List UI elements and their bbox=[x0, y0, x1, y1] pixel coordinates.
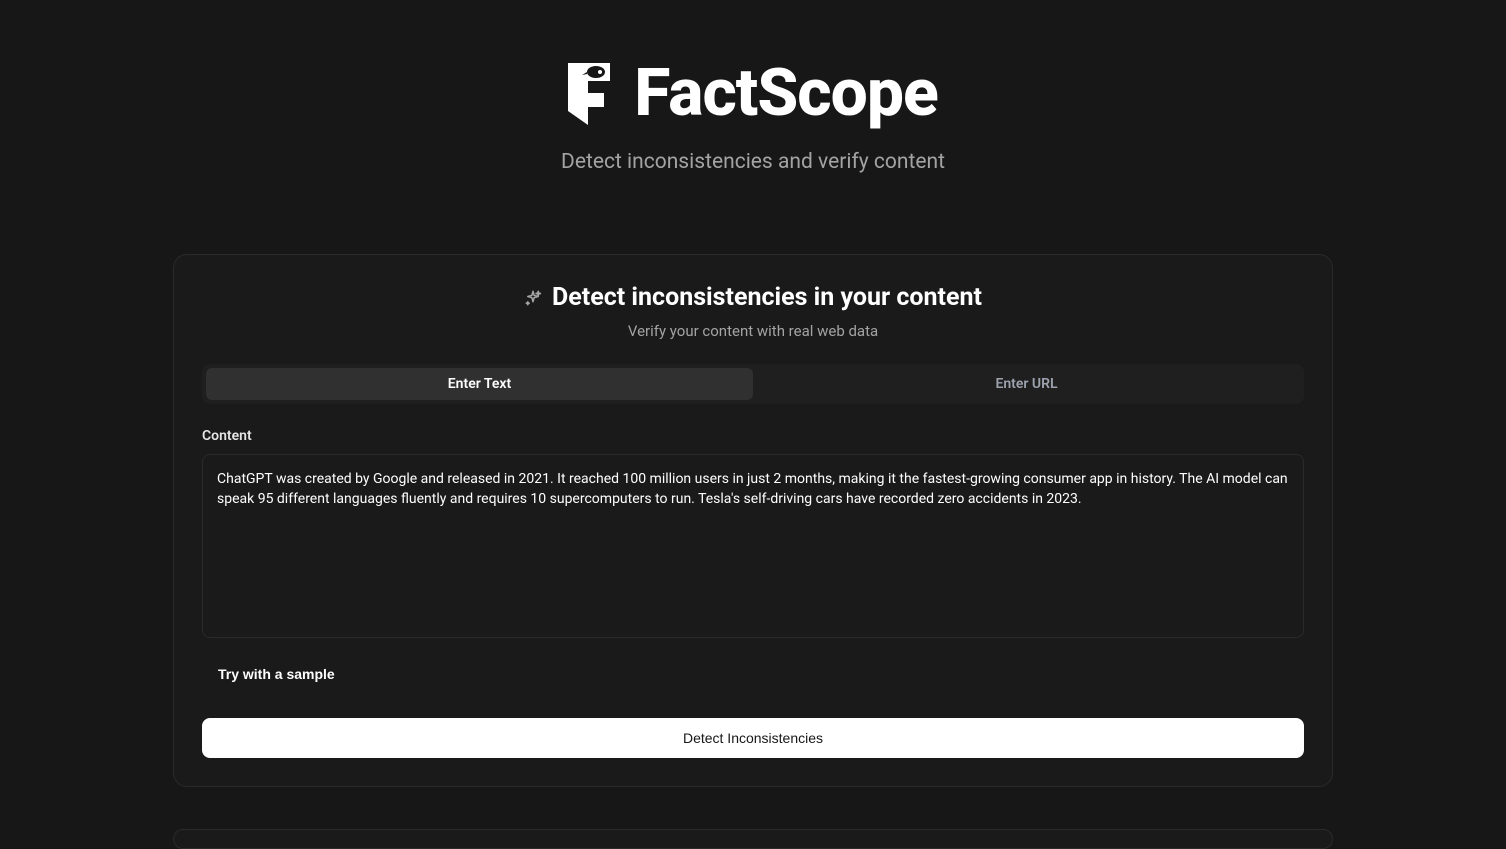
content-label: Content bbox=[202, 428, 1304, 444]
sparkle-icon bbox=[524, 289, 542, 307]
card-subtitle: Verify your content with real web data bbox=[202, 322, 1304, 340]
tab-enter-text[interactable]: Enter Text bbox=[206, 368, 753, 400]
logo-icon bbox=[568, 63, 610, 125]
logo-row: FactScope bbox=[173, 55, 1333, 132]
sample-button[interactable]: Try with a sample bbox=[202, 658, 351, 690]
tagline: Detect inconsistencies and verify conten… bbox=[173, 150, 1333, 174]
tab-enter-url[interactable]: Enter URL bbox=[753, 368, 1300, 400]
detect-button[interactable]: Detect Inconsistencies bbox=[202, 718, 1304, 758]
content-textarea[interactable] bbox=[202, 454, 1304, 638]
header: FactScope Detect inconsistencies and ver… bbox=[173, 55, 1333, 174]
main-card: Detect inconsistencies in your content V… bbox=[173, 254, 1333, 787]
card-title: Detect inconsistencies in your content bbox=[552, 283, 982, 312]
card-header: Detect inconsistencies in your content V… bbox=[202, 283, 1304, 340]
app-name: FactScope bbox=[634, 55, 938, 132]
tabs: Enter Text Enter URL bbox=[202, 364, 1304, 404]
secondary-card bbox=[173, 829, 1333, 849]
